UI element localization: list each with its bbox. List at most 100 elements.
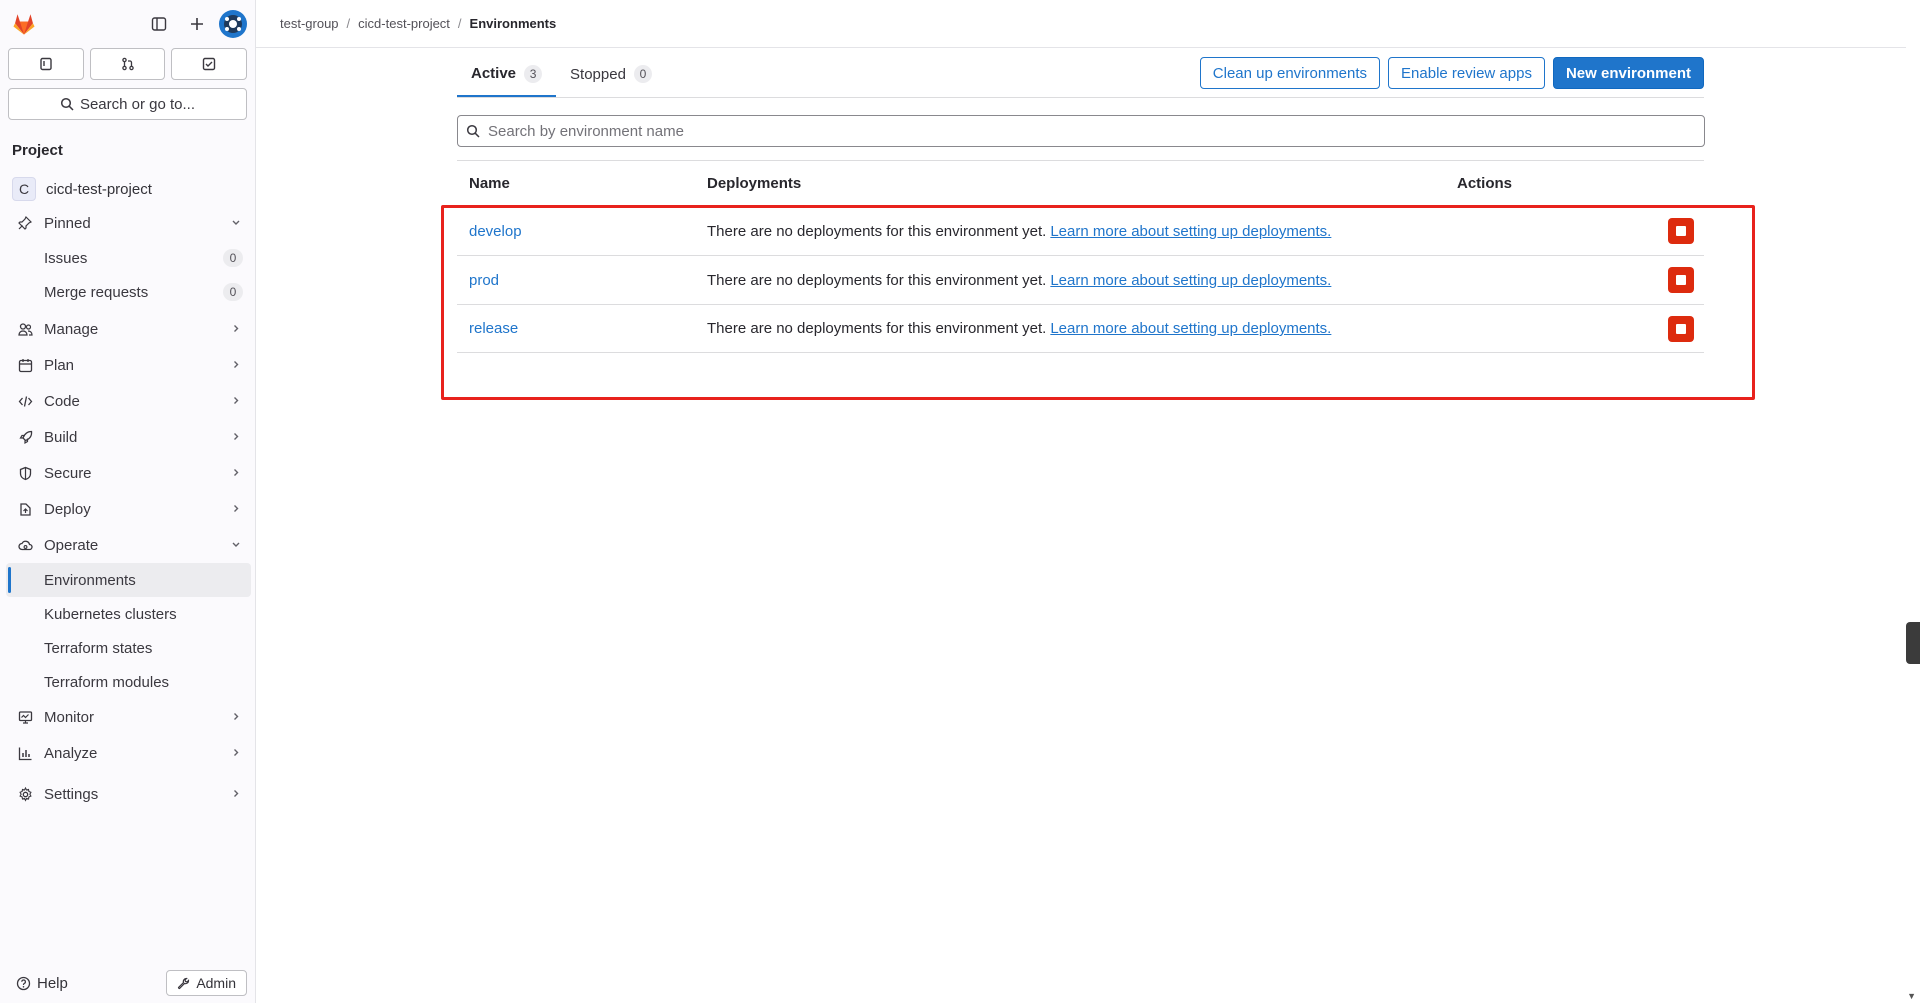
sidebar-item-operate[interactable]: Operate [0,527,255,563]
cloud-gear-icon [16,538,34,553]
tab-label: Active [471,65,517,82]
stop-environment-button[interactable] [1668,267,1694,293]
environment-link[interactable]: release [469,320,518,337]
tab-label: Stopped [570,65,626,83]
sidebar-item-manage[interactable]: Manage [0,311,255,347]
table-row: develop There are no deployments for thi… [457,206,1704,255]
breadcrumb-item-current[interactable]: Environments [470,16,557,31]
scrollbar-handle[interactable] [1906,622,1920,664]
breadcrumb-item-project[interactable]: cicd-test-project [358,16,450,31]
sidebar-item-kubernetes-clusters[interactable]: Kubernetes clusters [0,597,255,631]
breadcrumb-item-group[interactable]: test-group [280,16,339,31]
sidebar-item-label: Merge requests [44,283,149,301]
project-avatar: C [12,177,36,201]
sidebar-item-merge-requests[interactable]: Merge requests 0 [0,275,255,309]
chevron-right-icon [231,786,241,803]
stop-icon [1676,323,1686,334]
settings-gear-icon [16,786,34,802]
sidebar-quick-tabs [0,48,255,80]
deployments-help-link[interactable]: Learn more about setting up deployments. [1050,223,1331,240]
environment-tabs: Active 3 Stopped 0 [457,52,666,97]
chevron-right-icon [231,393,241,410]
sidebar-item-label: Kubernetes clusters [44,605,177,623]
search-or-go-to-label: Search or go to... [79,95,196,113]
sidebar-item-pinned[interactable]: Pinned [0,205,255,241]
shield-icon [16,466,34,481]
sidebar-item-monitor[interactable]: Monitor [0,699,255,735]
plus-icon[interactable] [181,8,213,40]
user-avatar[interactable] [219,10,247,38]
stop-icon [1676,226,1686,236]
deployments-empty-text: There are no deployments for this enviro… [707,222,1047,240]
monitor-icon [16,710,34,725]
sidebar-header [0,0,255,48]
sidebar-item-terraform-modules[interactable]: Terraform modules [0,665,255,699]
deployments-empty-text: There are no deployments for this enviro… [707,271,1047,289]
environment-search-input[interactable]: Search by environment name [457,115,1705,147]
deployments-help-link[interactable]: Learn more about setting up deployments. [1050,320,1331,337]
environment-link[interactable]: prod [469,272,499,289]
project-name: cicd-test-project [46,180,152,198]
merge-request-icon [121,57,134,71]
sidebar-item-secure[interactable]: Secure [0,455,255,491]
chevron-right-icon [231,357,241,374]
sidebar-item-label: Settings [44,785,99,803]
issues-icon [40,57,52,71]
sidebar-item-label: Terraform states [44,639,153,657]
enable-review-apps-button[interactable]: Enable review apps [1388,57,1545,89]
sidebar-item-terraform-states[interactable]: Terraform states [0,631,255,665]
tab-active[interactable]: Active 3 [457,52,557,97]
gitlab-logo-icon[interactable] [8,8,40,40]
deployments-help-link[interactable]: Learn more about setting up deployments. [1050,272,1331,289]
column-header-actions: Actions [1457,175,1513,192]
sidebar-section-title: Project [12,142,63,159]
chevron-right-icon [231,321,241,338]
sidebar-item-label: Pinned [44,214,91,232]
sidebar-toggle-icon[interactable] [143,8,175,40]
scroll-down-arrow-icon[interactable]: ▼ [1907,991,1916,1001]
sidebar-item-label: Plan [44,356,75,374]
sidebar-footer: Help Admin [0,963,255,1003]
stop-environment-button[interactable] [1668,218,1694,244]
chevron-right-icon [231,429,241,446]
sidebar-item-build[interactable]: Build [0,419,255,455]
environment-link[interactable]: develop [469,223,522,240]
sidebar-item-plan[interactable]: Plan [0,347,255,383]
sidebar-project-link[interactable]: C cicd-test-project [0,175,255,203]
chevron-right-icon [231,709,241,726]
search-icon [466,124,480,138]
sidebar-item-analyze[interactable]: Analyze [0,735,255,771]
merge-requests-count-badge: 0 [223,283,243,301]
deploy-icon [16,502,34,517]
sidebar-item-environments[interactable]: Environments [6,563,251,597]
sidebar-item-label: Secure [44,464,92,482]
todos-shortcut-button[interactable] [171,48,248,80]
sidebar-item-deploy[interactable]: Deploy [0,491,255,527]
sidebar-item-label: Terraform modules [44,673,170,691]
chevron-down-icon [231,215,241,232]
tab-stopped[interactable]: Stopped 0 [556,52,666,96]
search-or-go-to-button[interactable]: Search or go to... [8,88,247,120]
wrench-icon [178,977,190,989]
clean-up-environments-button[interactable]: Clean up environments [1199,57,1381,89]
sidebar-item-label: Manage [44,320,99,338]
sidebar-item-issues[interactable]: Issues 0 [0,241,255,275]
admin-button[interactable]: Admin [166,970,247,996]
tabs-divider [457,97,1704,98]
help-button[interactable]: Help [16,975,68,992]
header-divider [256,47,1906,48]
sidebar-item-code[interactable]: Code [0,383,255,419]
admin-label: Admin [196,975,236,991]
chart-icon [16,746,34,761]
merge-requests-shortcut-button[interactable] [89,48,166,80]
new-environment-button[interactable]: New environment [1552,57,1704,89]
stop-environment-button[interactable] [1668,315,1694,342]
sidebar-item-label: Deploy [44,500,91,518]
sidebar-item-settings[interactable]: Settings [0,776,255,812]
sidebar-item-label: Environments [44,571,136,589]
stop-icon [1676,275,1686,285]
breadcrumb-separator: / [346,16,351,31]
todo-icon [202,57,216,71]
column-header-deployments: Deployments [707,175,802,192]
issues-shortcut-button[interactable] [8,48,84,80]
